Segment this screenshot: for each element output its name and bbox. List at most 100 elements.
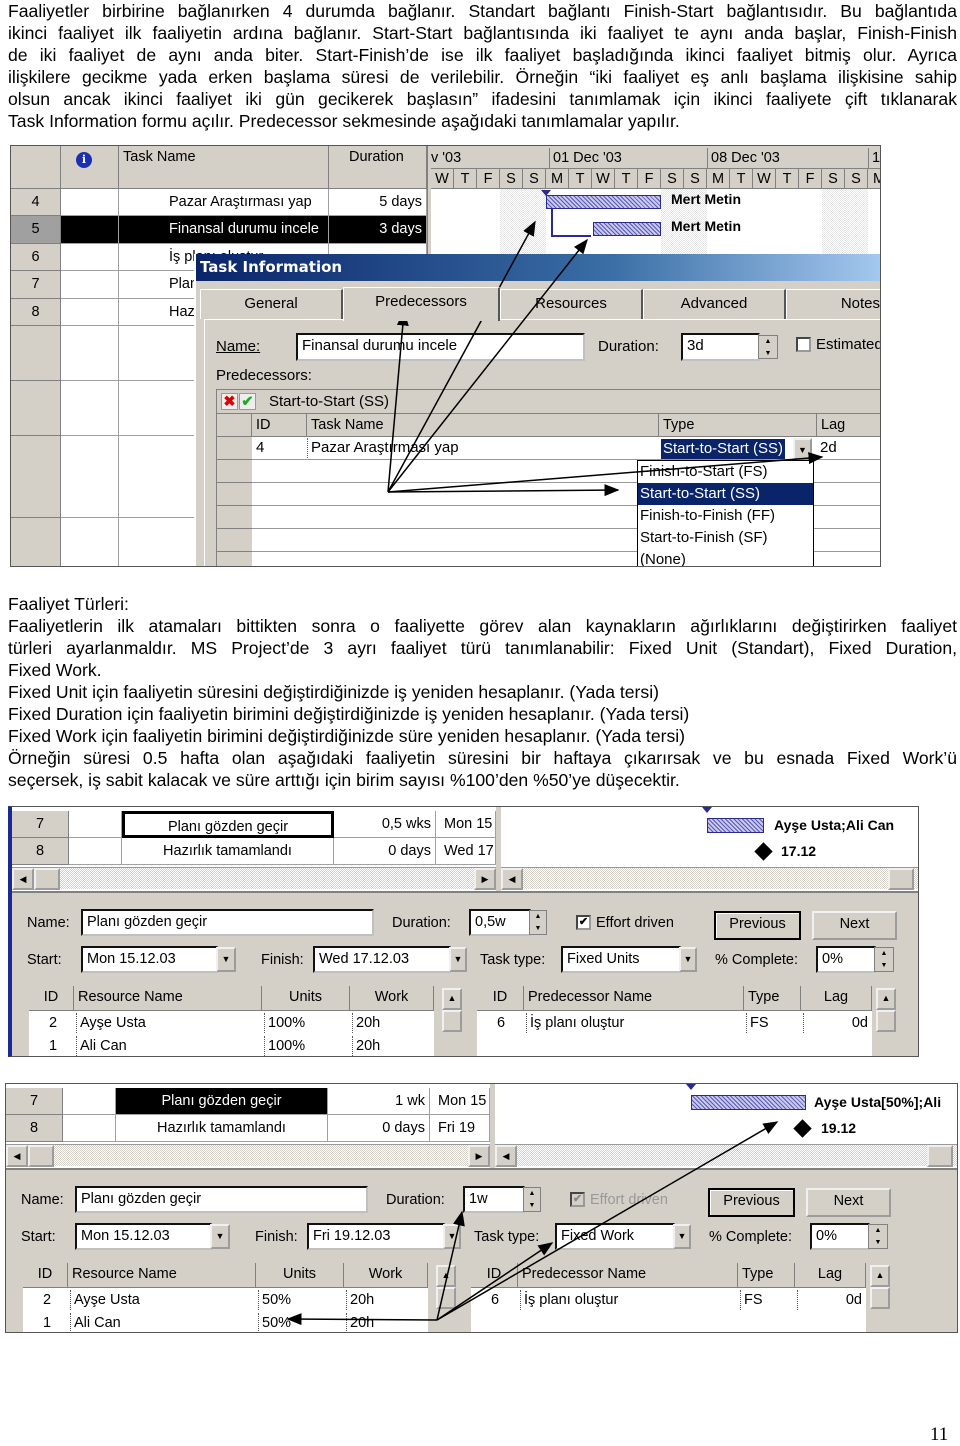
res-name-cell[interactable]: Ali Can: [76, 1036, 127, 1056]
gantt-scrollbar[interactable]: ◀: [495, 1144, 957, 1167]
res-units-cell[interactable]: 50%: [258, 1290, 291, 1310]
empty-cell[interactable]: [11, 326, 61, 354]
start-input[interactable]: Mon 15.12.03: [75, 1223, 212, 1250]
pred-type-cell[interactable]: FS: [740, 1290, 763, 1310]
scroll-thumb[interactable]: [28, 1145, 54, 1167]
duration-column-header[interactable]: Duration: [329, 146, 427, 189]
pred-lag-cell[interactable]: 2d: [820, 438, 837, 458]
pred-type-cell[interactable]: Start-to-Start (SS): [661, 439, 786, 459]
predecessor-grid-scrollbar[interactable]: ▲: [872, 986, 899, 1056]
type-option[interactable]: Start-to-Finish (SF): [638, 527, 813, 549]
empty-cell[interactable]: [61, 490, 119, 519]
next-button[interactable]: Next: [806, 1188, 891, 1217]
empty-cell[interactable]: [61, 435, 119, 464]
task-name-cell[interactable]: Hazırlık tamamlandı: [122, 838, 334, 865]
res-units-cell[interactable]: 50%: [258, 1313, 291, 1332]
percent-complete-input[interactable]: 0%: [816, 946, 876, 973]
empty-cell[interactable]: [61, 380, 119, 409]
pred-type-cell[interactable]: FS: [746, 1013, 769, 1033]
pred-id-cell[interactable]: 6: [491, 1290, 499, 1310]
duration-input[interactable]: 3d: [681, 333, 760, 361]
res-units-cell[interactable]: 100%: [264, 1036, 305, 1056]
task-name-column-header[interactable]: Task Name: [119, 146, 329, 189]
res-name-cell[interactable]: Ayşe Usta: [76, 1013, 146, 1033]
pred-id-cell[interactable]: 4: [256, 438, 264, 458]
row-id[interactable]: 6: [11, 244, 61, 271]
scroll-left-button[interactable]: ◀: [495, 1145, 517, 1167]
row-id[interactable]: 5: [11, 216, 61, 244]
tab-general[interactable]: General: [200, 289, 343, 319]
empty-cell[interactable]: [61, 463, 119, 491]
empty-cell[interactable]: [61, 353, 119, 382]
finish-dropdown-button[interactable]: ▼: [443, 1224, 461, 1249]
percent-complete-spinner[interactable]: ▲ ▼: [874, 947, 894, 972]
duration-cell[interactable]: 0,5 wks: [334, 811, 436, 838]
start-dropdown-button[interactable]: ▼: [210, 1224, 230, 1249]
res-units-cell[interactable]: 100%: [264, 1013, 305, 1033]
duration-spinner[interactable]: ▲ ▼: [758, 335, 778, 359]
empty-cell[interactable]: [11, 380, 61, 409]
effort-driven-checkbox[interactable]: ✔: [576, 915, 591, 930]
duration-cell[interactable]: 1 wk: [328, 1088, 430, 1115]
empty-cell[interactable]: [61, 326, 119, 354]
duration-input[interactable]: 0,5w: [469, 909, 531, 936]
empty-cell[interactable]: [61, 517, 119, 546]
empty-cell[interactable]: [11, 463, 61, 491]
type-dropdown-button[interactable]: ▼: [793, 438, 812, 460]
next-button[interactable]: Next: [812, 911, 897, 940]
duration-spinner[interactable]: ▲ ▼: [523, 1187, 541, 1212]
tab-advanced[interactable]: Advanced: [643, 289, 786, 319]
res-name-cell[interactable]: Ayşe Usta: [70, 1290, 140, 1310]
gantt-scrollbar[interactable]: ◀: [501, 867, 918, 890]
tab-predecessors[interactable]: Predecessors: [343, 287, 500, 321]
empty-cell[interactable]: [11, 408, 61, 437]
resource-grid-scrollbar[interactable]: ▲: [428, 1263, 458, 1332]
duration-input[interactable]: 1w: [463, 1186, 525, 1213]
start-cell[interactable]: Wed 17: [436, 838, 496, 865]
duration-cell[interactable]: 0 days: [334, 838, 436, 865]
finish-input[interactable]: Wed 17.12.03: [313, 946, 451, 973]
name-input[interactable]: Planı gözden geçir: [81, 909, 374, 936]
scroll-thumb[interactable]: [34, 868, 60, 890]
row-id[interactable]: 4: [11, 189, 61, 216]
row-id[interactable]: 7: [11, 271, 61, 299]
gantt-bar[interactable]: [691, 1095, 806, 1110]
task-type-select[interactable]: Fixed Units: [561, 946, 681, 973]
estimated-checkbox[interactable]: [796, 337, 811, 352]
task-name-cell[interactable]: Pazar Araştırması yap: [119, 189, 329, 216]
duration-cell[interactable]: 0 days: [328, 1115, 430, 1142]
task-name-cell[interactable]: Hazırlık tamamlandı: [116, 1115, 328, 1142]
pred-id-cell[interactable]: 6: [497, 1013, 505, 1033]
start-cell[interactable]: Mon 15: [436, 811, 496, 838]
empty-cell[interactable]: [61, 408, 119, 437]
tab-notes[interactable]: Notes: [786, 289, 880, 319]
task-name-cell[interactable]: Planı gözden geçir: [116, 1088, 328, 1115]
start-cell[interactable]: Fri 19: [430, 1115, 490, 1142]
cancel-icon[interactable]: ✖: [221, 393, 238, 410]
pred-task-name-cell[interactable]: Pazar Araştırması yap: [307, 438, 459, 458]
scroll-thumb[interactable]: [927, 1145, 953, 1167]
scroll-left-button[interactable]: ◀: [6, 1145, 28, 1167]
start-cell[interactable]: Mon 15: [430, 1088, 490, 1115]
type-option[interactable]: Finish-to-Start (FS): [638, 461, 813, 483]
gantt-bar[interactable]: [546, 195, 661, 209]
task-name-cell[interactable]: Planı gözden geçir: [122, 811, 334, 838]
gantt-bar[interactable]: [707, 818, 764, 833]
name-input[interactable]: Finansal durumu incele: [296, 333, 585, 361]
task-type-select[interactable]: Fixed Work: [555, 1223, 675, 1250]
predecessor-grid-scrollbar[interactable]: ▲: [866, 1263, 893, 1332]
duration-cell[interactable]: 5 days: [329, 189, 427, 216]
row-id[interactable]: 7: [12, 811, 69, 838]
duration-cell-selected[interactable]: 3 days: [329, 216, 427, 244]
start-input[interactable]: Mon 15.12.03: [81, 946, 218, 973]
scroll-left-button[interactable]: ◀: [501, 868, 523, 890]
empty-cell[interactable]: [11, 517, 61, 546]
resource-grid-scrollbar[interactable]: ▲: [434, 986, 464, 1056]
task-type-dropdown-button[interactable]: ▼: [679, 947, 697, 972]
dialog-title-bar[interactable]: Task Information: [196, 254, 880, 281]
entry-value[interactable]: Start-to-Start (SS): [269, 392, 389, 412]
task-type-dropdown-button[interactable]: ▼: [673, 1224, 691, 1249]
row-id[interactable]: 8: [12, 838, 69, 865]
res-name-cell[interactable]: Ali Can: [70, 1313, 121, 1332]
pred-lag-cell[interactable]: 0d: [797, 1290, 866, 1310]
